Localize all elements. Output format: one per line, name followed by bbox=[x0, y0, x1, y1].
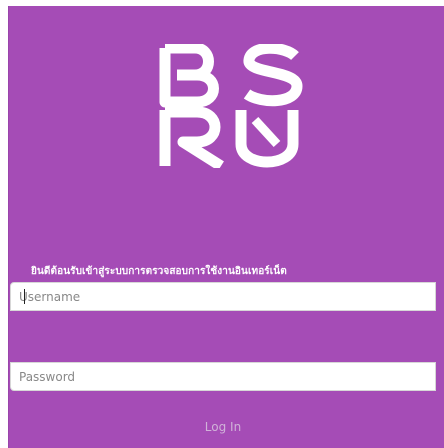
text-cursor bbox=[24, 289, 25, 304]
password-input[interactable] bbox=[10, 362, 436, 391]
login-button[interactable]: Log In bbox=[10, 412, 436, 442]
welcome-message: ยินดีต้อนรับเข้าสู่ระบบการตรวจสอบการใช้ง… bbox=[31, 266, 287, 277]
username-input[interactable] bbox=[10, 282, 436, 311]
bsru-logo bbox=[159, 44, 303, 168]
